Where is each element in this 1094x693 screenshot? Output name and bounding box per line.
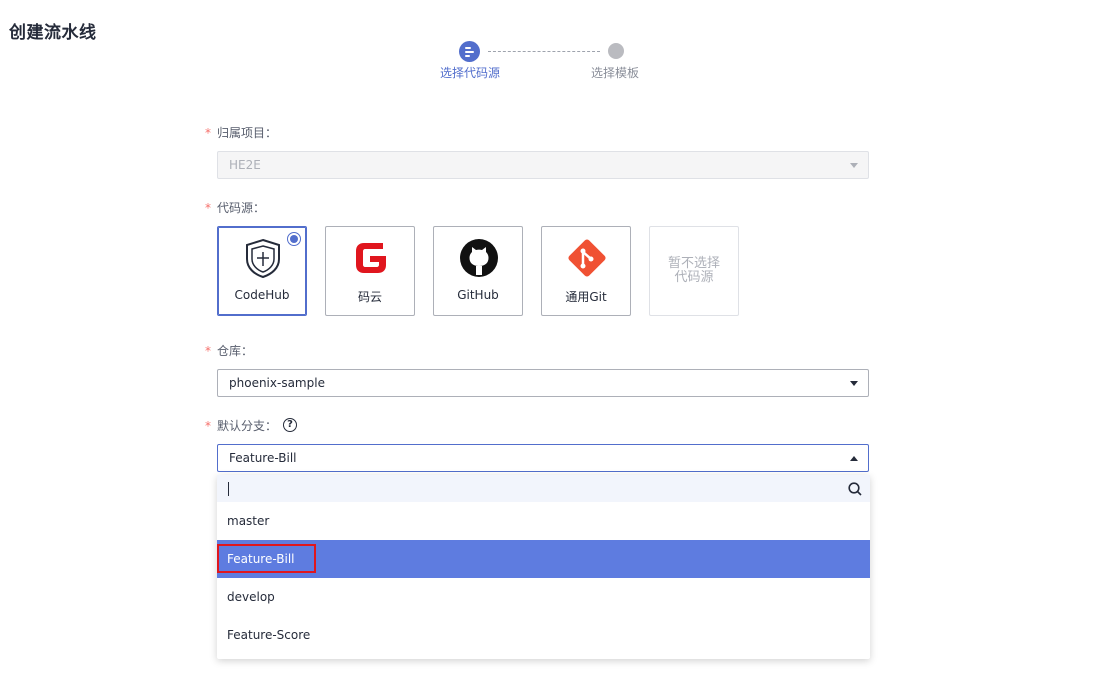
source-card-label: CodeHub bbox=[234, 288, 290, 302]
branch-dropdown: master Feature-Bill develop Feature-Scor… bbox=[217, 475, 870, 659]
source-card-label: 通用Git bbox=[565, 290, 607, 304]
branch-select[interactable]: Feature-Bill bbox=[217, 444, 869, 472]
chevron-down-icon bbox=[850, 163, 858, 168]
branch-option-feature-score[interactable]: Feature-Score bbox=[217, 616, 870, 654]
step-select-source-icon bbox=[459, 41, 480, 62]
source-card-label: GitHub bbox=[457, 288, 499, 302]
branch-label: * 默认分支： bbox=[205, 419, 278, 433]
github-octocat-icon bbox=[460, 239, 498, 277]
chevron-down-icon bbox=[850, 381, 858, 386]
step-select-template-icon bbox=[608, 43, 624, 59]
git-icon bbox=[568, 239, 606, 277]
source-card-none[interactable]: 暂不选择 代码源 bbox=[649, 226, 739, 316]
source-card-git[interactable]: 通用Git bbox=[541, 226, 631, 316]
repository-select-value: phoenix-sample bbox=[229, 376, 325, 390]
text-cursor bbox=[228, 482, 229, 496]
highlight-box bbox=[217, 544, 316, 573]
step-connector bbox=[488, 51, 600, 52]
radio-selected-icon bbox=[287, 232, 301, 246]
source-label: * 代码源： bbox=[205, 201, 266, 215]
page-title: 创建流水线 bbox=[9, 23, 97, 43]
step-select-template-label: 选择模板 bbox=[591, 66, 640, 80]
project-label: * 归属项目： bbox=[205, 126, 278, 140]
search-icon[interactable] bbox=[848, 482, 862, 496]
repository-label: * 仓库： bbox=[205, 344, 254, 358]
codehub-shield-icon bbox=[246, 238, 280, 279]
source-card-codehub[interactable]: CodeHub bbox=[217, 226, 307, 316]
branch-option-master[interactable]: master bbox=[217, 502, 870, 540]
step-select-source-label: 选择代码源 bbox=[440, 66, 501, 80]
source-card-label: 码云 bbox=[357, 290, 382, 304]
project-select[interactable]: HE2E bbox=[217, 151, 869, 179]
branch-search-input[interactable] bbox=[217, 475, 870, 502]
source-card-github[interactable]: GitHub bbox=[433, 226, 523, 316]
help-icon[interactable]: ? bbox=[283, 418, 297, 432]
branch-option-develop[interactable]: develop bbox=[217, 578, 870, 616]
chevron-up-icon bbox=[850, 456, 858, 461]
gitee-icon bbox=[356, 243, 386, 273]
branch-option-feature-bill[interactable]: Feature-Bill bbox=[217, 540, 870, 578]
branch-select-value: Feature-Bill bbox=[229, 451, 297, 465]
repository-select[interactable]: phoenix-sample bbox=[217, 369, 869, 397]
stepper: 选择代码源 选择模板 bbox=[438, 40, 678, 84]
source-card-none-label: 暂不选择 代码源 bbox=[667, 256, 720, 285]
source-card-gitee[interactable]: 码云 bbox=[325, 226, 415, 316]
project-select-value: HE2E bbox=[229, 158, 261, 172]
